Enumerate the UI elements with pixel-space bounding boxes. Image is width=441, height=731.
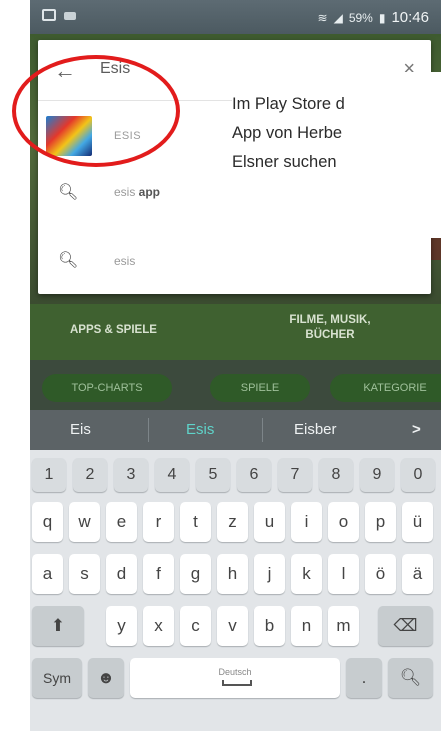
key-g[interactable]: g bbox=[180, 554, 211, 594]
tutorial-annotation: Im Play Store d App von Herbe Elsner suc… bbox=[232, 90, 441, 177]
search-key-icon[interactable]: 🔍︎ bbox=[388, 658, 433, 698]
search-icon: 🔍︎ bbox=[58, 252, 79, 269]
screenshot-icon bbox=[42, 9, 56, 21]
key-0[interactable]: 0 bbox=[401, 458, 435, 492]
key-m[interactable]: m bbox=[328, 606, 359, 646]
annotation-line-3: Elsner suchen bbox=[232, 153, 337, 171]
key-9[interactable]: 9 bbox=[360, 458, 394, 492]
key-t[interactable]: t bbox=[180, 502, 211, 542]
key-i[interactable]: i bbox=[291, 502, 322, 542]
space-language-label: Deutsch bbox=[218, 667, 252, 677]
divider bbox=[148, 418, 149, 442]
highlight-circle bbox=[12, 55, 180, 167]
chevron-right-icon[interactable]: > bbox=[412, 421, 421, 438]
suggestion-text: esis bbox=[114, 254, 136, 268]
tab-films-line1: FILME, MUSIK, bbox=[289, 314, 371, 326]
prediction-3[interactable]: Eisber bbox=[294, 421, 337, 438]
key-k[interactable]: k bbox=[291, 554, 322, 594]
space-bar[interactable]: Deutsch bbox=[130, 658, 340, 698]
key-q[interactable]: q bbox=[32, 502, 63, 542]
key-7[interactable]: 7 bbox=[278, 458, 312, 492]
key-5[interactable]: 5 bbox=[196, 458, 230, 492]
key-y[interactable]: y bbox=[106, 606, 137, 646]
key-j[interactable]: j bbox=[254, 554, 285, 594]
search-icon: 🔍︎ bbox=[58, 184, 79, 201]
period-key[interactable]: . bbox=[346, 658, 382, 698]
keyboard: Eis Esis Eisber > 1 2 3 4 5 6 7 8 9 0 q … bbox=[30, 410, 441, 731]
key-z[interactable]: z bbox=[217, 502, 248, 542]
key-n[interactable]: n bbox=[291, 606, 322, 646]
clock: 10:46 bbox=[391, 9, 429, 26]
prediction-2[interactable]: Esis bbox=[186, 421, 214, 438]
key-a[interactable]: a bbox=[32, 554, 63, 594]
key-h[interactable]: h bbox=[217, 554, 248, 594]
status-bar: ≋ ◢ 59% ▮ 10:46 bbox=[30, 0, 441, 34]
key-f[interactable]: f bbox=[143, 554, 174, 594]
chip-top-charts[interactable]: TOP-CHARTS bbox=[42, 374, 172, 402]
annotation-line-2: App von Herbe bbox=[232, 124, 343, 142]
divider bbox=[262, 418, 263, 442]
space-icon bbox=[222, 680, 252, 686]
key-1[interactable]: 1 bbox=[32, 458, 66, 492]
key-w[interactable]: w bbox=[69, 502, 100, 542]
chip-games[interactable]: SPIELE bbox=[210, 374, 310, 402]
category-tabs: APPS & SPIELE FILME, MUSIK, BÜCHER bbox=[30, 304, 441, 360]
annotation-line-1: Im Play Store d bbox=[232, 95, 345, 113]
backspace-icon[interactable]: ⌫ bbox=[378, 606, 433, 646]
key-v[interactable]: v bbox=[217, 606, 248, 646]
battery-level: 59% bbox=[348, 10, 373, 25]
key-e[interactable]: e bbox=[106, 502, 137, 542]
key-o[interactable]: o bbox=[328, 502, 359, 542]
key-c[interactable]: c bbox=[180, 606, 211, 646]
key-u[interactable]: u bbox=[254, 502, 285, 542]
notification-icon bbox=[64, 12, 76, 20]
chip-row: TOP-CHARTS SPIELE KATEGORIE bbox=[30, 360, 441, 410]
battery-icon: ▮ bbox=[378, 10, 386, 25]
key-2[interactable]: 2 bbox=[73, 458, 107, 492]
key-6[interactable]: 6 bbox=[237, 458, 271, 492]
key-3[interactable]: 3 bbox=[114, 458, 148, 492]
suggestion-bold: app bbox=[135, 185, 161, 199]
signal-icon: ◢ bbox=[333, 10, 343, 25]
shift-key[interactable]: ⬆ bbox=[32, 606, 84, 646]
emoji-icon[interactable]: ☻ bbox=[88, 658, 124, 698]
key-ae[interactable]: ä bbox=[402, 554, 433, 594]
suggestion-text: esis app bbox=[114, 185, 160, 199]
tab-films-music-books[interactable]: FILME, MUSIK, BÜCHER bbox=[275, 313, 385, 343]
key-p[interactable]: p bbox=[365, 502, 396, 542]
key-l[interactable]: l bbox=[328, 554, 359, 594]
wifi-icon: ≋ bbox=[317, 10, 328, 25]
key-8[interactable]: 8 bbox=[319, 458, 353, 492]
key-ue[interactable]: ü bbox=[402, 502, 433, 542]
key-d[interactable]: d bbox=[106, 554, 137, 594]
key-b[interactable]: b bbox=[254, 606, 285, 646]
prediction-1[interactable]: Eis bbox=[70, 421, 91, 438]
key-4[interactable]: 4 bbox=[155, 458, 189, 492]
chip-categories[interactable]: KATEGORIE bbox=[330, 374, 441, 402]
key-s[interactable]: s bbox=[69, 554, 100, 594]
suggestion-prefix: esis bbox=[114, 185, 136, 199]
prediction-bar: Eis Esis Eisber > bbox=[30, 410, 441, 450]
key-r[interactable]: r bbox=[143, 502, 174, 542]
key-x[interactable]: x bbox=[143, 606, 174, 646]
sym-key[interactable]: Sym bbox=[32, 658, 82, 698]
tab-films-line2: BÜCHER bbox=[305, 329, 355, 341]
tab-apps-games[interactable]: APPS & SPIELE bbox=[70, 324, 157, 336]
key-oe[interactable]: ö bbox=[365, 554, 396, 594]
